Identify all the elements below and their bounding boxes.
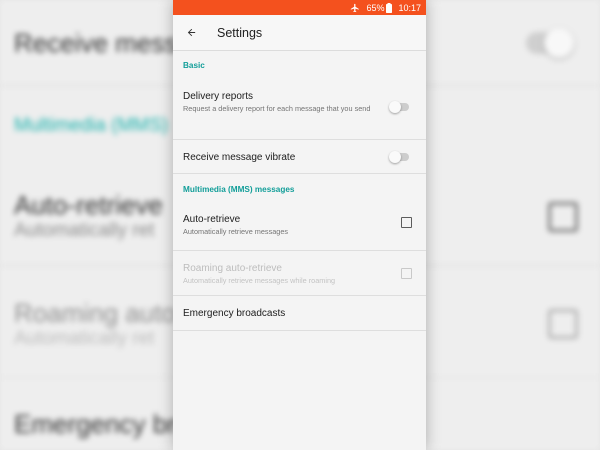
setting-title: Roaming auto-retrieve xyxy=(183,263,282,274)
setting-title: Emergency broadcasts xyxy=(183,308,286,319)
roaming-auto-retrieve-checkbox xyxy=(401,268,412,279)
bg-row-subtitle: Automatically ret xyxy=(14,220,155,241)
setting-title: Delivery reports xyxy=(183,91,254,102)
setting-delivery-reports[interactable]: Delivery reports Request a delivery repo… xyxy=(173,74,426,140)
airplane-icon xyxy=(350,3,360,13)
setting-receive-message-vibrate[interactable]: Receive message vibrate xyxy=(173,140,426,174)
receive-message-vibrate-toggle[interactable] xyxy=(389,151,409,163)
bg-toggle-icon xyxy=(526,28,574,58)
back-button[interactable] xyxy=(185,26,198,39)
setting-auto-retrieve[interactable]: Auto-retrieve Automatically retrieve mes… xyxy=(173,197,426,251)
battery-icon xyxy=(386,2,393,13)
setting-emergency-broadcasts[interactable]: Emergency broadcasts xyxy=(173,296,426,331)
page-title: Settings xyxy=(217,25,263,40)
bg-row-title: Auto-retrieve xyxy=(14,190,163,220)
setting-roaming-auto-retrieve: Roaming auto-retrieve Automatically retr… xyxy=(173,251,426,296)
section-header-basic: Basic xyxy=(183,61,205,70)
bg-checkbox-icon xyxy=(548,309,578,339)
setting-title: Receive message vibrate xyxy=(183,152,296,163)
bg-row-title: Roaming auto xyxy=(14,298,176,328)
setting-subtitle: Request a delivery report for each messa… xyxy=(183,104,371,113)
battery-percent: 65% xyxy=(366,2,385,13)
bg-row-title: Emergency bro xyxy=(14,409,191,439)
toggle-thumb xyxy=(389,151,401,163)
bg-section-header: Multimedia (MMS) xyxy=(14,115,169,136)
section-header-mms: Multimedia (MMS) messages xyxy=(183,185,295,194)
toggle-thumb xyxy=(389,101,401,113)
arrow-left-icon xyxy=(187,28,196,37)
bg-row-subtitle: Automatically ret xyxy=(14,328,155,349)
battery-indicator: 65% xyxy=(366,2,393,13)
setting-subtitle: Automatically retrieve messages while ro… xyxy=(183,276,336,285)
status-bar: 65% 10:17 xyxy=(173,0,426,15)
app-bar: Settings xyxy=(173,15,426,51)
bg-checkbox-icon xyxy=(548,202,578,232)
setting-title: Auto-retrieve xyxy=(183,214,241,225)
delivery-reports-toggle[interactable] xyxy=(389,101,409,113)
setting-subtitle: Automatically retrieve messages xyxy=(183,227,289,236)
phone-screen: 65% 10:17 Settings Basic Delivery report… xyxy=(173,0,426,450)
clock: 10:17 xyxy=(398,2,421,13)
auto-retrieve-checkbox[interactable] xyxy=(401,217,412,228)
